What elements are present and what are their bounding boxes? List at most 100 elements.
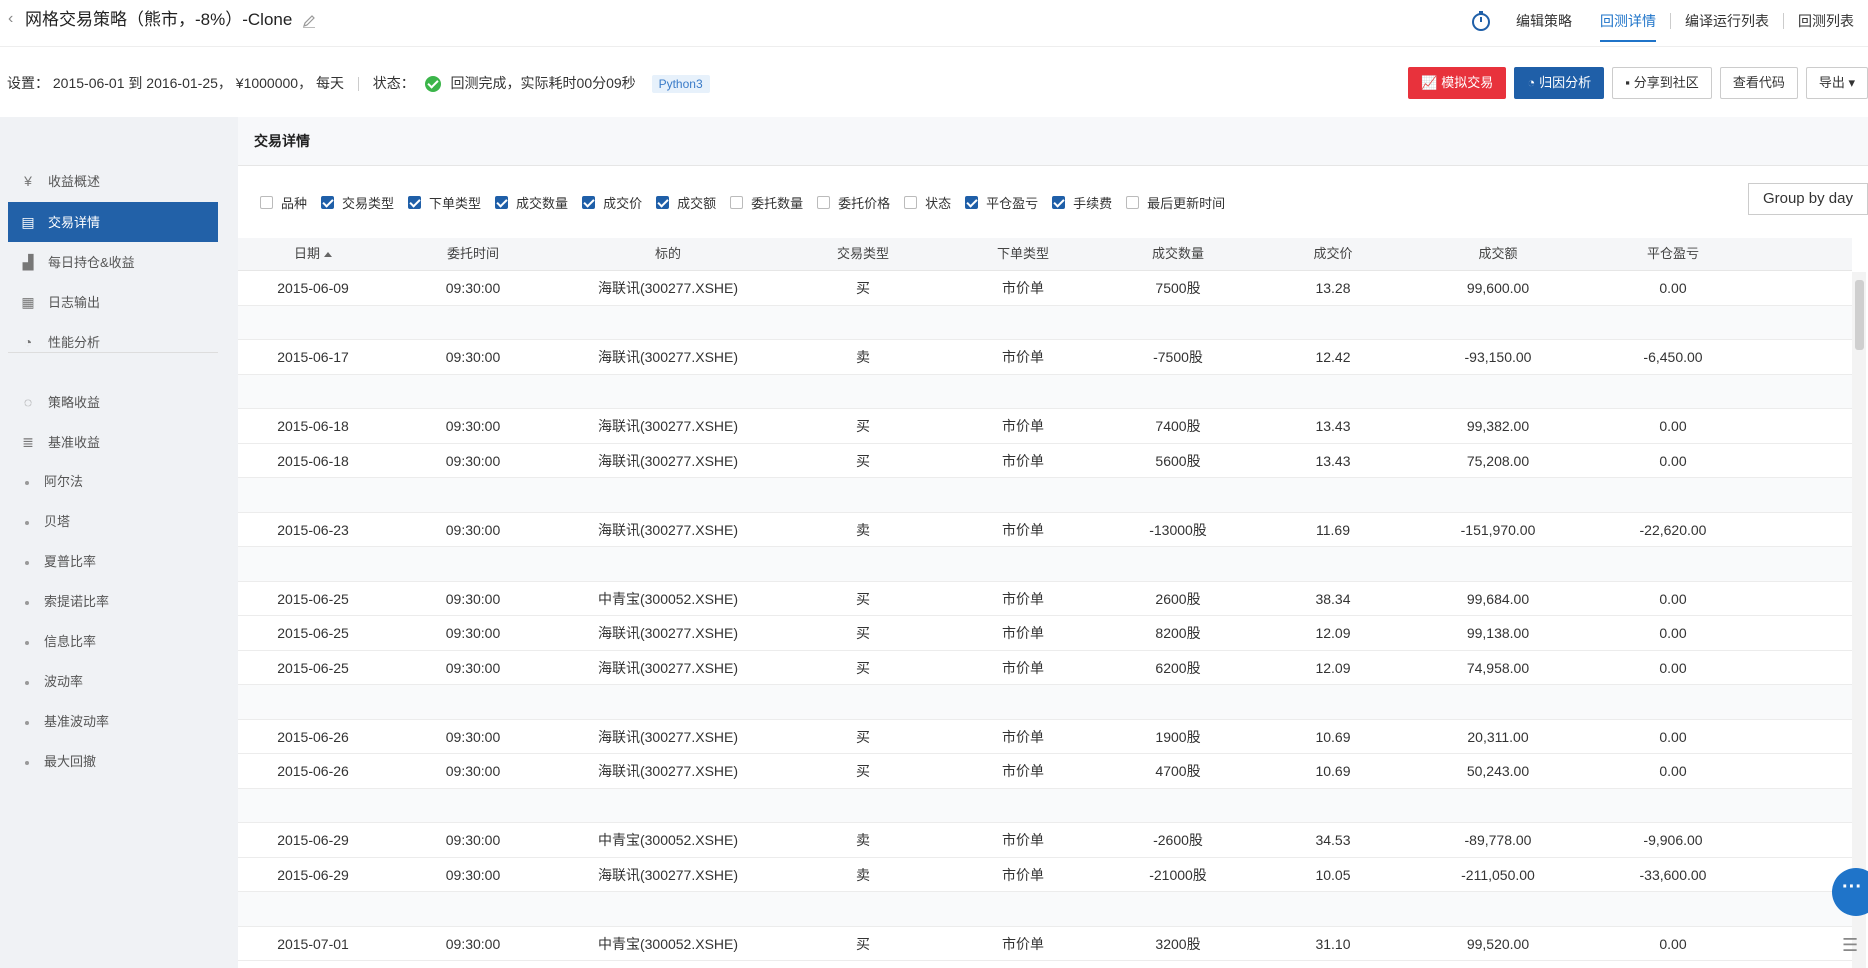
checkbox-empty-icon[interactable] (904, 196, 918, 209)
table-cell: 海联讯(300277.XSHE) (597, 418, 739, 434)
chevron-left-icon[interactable]: ‹ (8, 9, 18, 29)
table-cell: 09:30:00 (445, 418, 501, 434)
sidebar-sub-alpha[interactable]: 阿尔法 (25, 462, 83, 502)
vertical-scrollbar[interactable] (1852, 272, 1866, 968)
view-code-button[interactable]: 查看代码 (1719, 67, 1798, 99)
table-cell: -6,450.00 (1643, 349, 1703, 365)
nav-backtest-detail[interactable]: 回测详情 (1586, 0, 1670, 42)
table-cell: 12.09 (1315, 625, 1351, 641)
sidebar-sub-max-drawdown[interactable]: 最大回撤 (25, 742, 96, 782)
table-row: 2015-06-18 09:30:00 海联讯(300277.XSHE) 买 市价单 56… (238, 444, 1852, 478)
table-cell: 2015-06-25 (277, 590, 349, 607)
table-cell: 市价单 (1002, 418, 1044, 434)
group-by-day-button[interactable]: Group by day (1747, 183, 1868, 215)
pie-icon: ◔ (23, 334, 33, 350)
sidebar-item-label: 策略收益 (48, 395, 101, 410)
settings-summary: 设置： 2015-06-01 到 2016-01-25， ¥1000000， 每… (7, 73, 710, 93)
filter-checkbox[interactable]: 下单类型 (408, 193, 481, 212)
table-cell: 中青宝(300052.XSHE) (597, 590, 739, 607)
share-community-button[interactable]: ▪ 分享到社区 (1612, 67, 1712, 99)
filter-checkbox[interactable]: 平仓盈亏 (965, 193, 1038, 212)
table-cell: 2015-07-01 (277, 935, 349, 952)
panel-header: 交易详情 (238, 117, 1868, 166)
table-cell: 卖 (856, 349, 870, 365)
checkbox-checked-icon[interactable] (1052, 196, 1066, 209)
checkbox-checked-icon[interactable] (408, 196, 422, 209)
action-buttons: 📈 模拟交易 ◔ 归因分析 ▪ 分享到社区 查看代码 导出 ▾ (1408, 67, 1868, 99)
filter-checkbox[interactable]: 交易类型 (321, 193, 394, 212)
table-cell: 2015-06-25 (277, 625, 349, 641)
filter-checkbox[interactable]: 手续费 (1052, 193, 1112, 212)
sidebar-item-log-output[interactable]: ▦ 日志输出 (8, 282, 218, 322)
filter-label: 交易类型 (342, 196, 395, 211)
table-cell: 09:30:00 (445, 659, 501, 676)
group-separator-row (238, 478, 1852, 513)
simulate-trade-button[interactable]: 📈 模拟交易 (1408, 67, 1507, 99)
table-cell: 10.05 (1315, 866, 1351, 883)
sidebar-sub-information-ratio[interactable]: 信息比率 (25, 622, 96, 662)
sidebar-sub-beta[interactable]: 贝塔 (25, 502, 70, 542)
checkbox-checked-icon[interactable] (321, 196, 335, 209)
filter-checkbox[interactable]: 状态 (904, 193, 951, 212)
export-dropdown[interactable]: 导出 ▾ (1805, 67, 1868, 99)
sidebar-item-strategy-returns[interactable]: ◌ 策略收益 (8, 382, 218, 422)
comment-icon: ▪ (1625, 75, 1630, 90)
table-cell: 海联讯(300277.XSHE) (597, 763, 739, 779)
column-header-label: 平仓盈亏 (1646, 246, 1699, 261)
sidebar-item-daily-positions[interactable]: ▟ 每日持仓&收益 (8, 242, 218, 282)
list-icon[interactable]: ☰ (1842, 935, 1862, 957)
attribution-analysis-button[interactable]: ◔ 归因分析 (1514, 67, 1605, 99)
table-cell: 10.69 (1315, 763, 1351, 779)
nav-edit-strategy[interactable]: 编辑策略 (1502, 0, 1586, 42)
table-cell: -33,600.00 (1639, 866, 1707, 883)
filter-checkbox[interactable]: 成交数量 (495, 193, 568, 212)
sidebar-item-label: 交易详情 (48, 215, 101, 230)
sidebar-item-trade-detail[interactable]: ▤ 交易详情 (8, 202, 218, 242)
checkbox-empty-icon[interactable] (817, 196, 831, 209)
table-cell: 市价单 (1002, 935, 1044, 952)
pie-chart-icon: ◔ (1527, 75, 1536, 90)
table-cell: 8200股 (1155, 625, 1201, 641)
nav-compile-run-list[interactable]: 编译运行列表 (1671, 0, 1783, 42)
table-cell: 4700股 (1155, 763, 1201, 779)
sidebar-item-benchmark-returns[interactable]: ≣ 基准收益 (8, 422, 218, 462)
sidebar-item-performance[interactable]: ◔ 性能分析 (8, 322, 218, 362)
column-header[interactable]: 日期 (238, 238, 388, 270)
checkbox-empty-icon[interactable] (1126, 196, 1140, 209)
sort-icon[interactable] (324, 252, 332, 258)
filter-checkbox[interactable]: 委托数量 (730, 193, 803, 212)
column-header-label: 成交额 (1478, 246, 1518, 261)
checkbox-checked-icon[interactable] (495, 196, 509, 209)
sidebar-sub-sortino[interactable]: 索提诺比率 (25, 582, 109, 622)
sidebar-sub-volatility[interactable]: 波动率 (25, 662, 83, 702)
table-cell: 海联讯(300277.XSHE) (597, 280, 739, 296)
table-row: 2015-06-25 09:30:00 中青宝(300052.XSHE) 买 市价单 26… (238, 582, 1852, 616)
filter-checkbox[interactable]: 最后更新时间 (1126, 193, 1225, 212)
checkbox-checked-icon[interactable] (656, 196, 670, 209)
table-cell: 买 (856, 935, 870, 952)
nav-backtest-list[interactable]: 回测列表 (1784, 0, 1868, 42)
table-cell: -7500股 (1153, 349, 1203, 365)
table-cell: 09:30:00 (445, 452, 501, 469)
table-cell: 0.00 (1659, 452, 1687, 469)
checkbox-checked-icon[interactable] (965, 196, 979, 209)
group-separator-row (238, 547, 1852, 582)
table-cell: 38.34 (1315, 590, 1351, 607)
column-header-label: 标的 (654, 246, 681, 261)
filter-checkbox[interactable]: 品种 (260, 193, 307, 212)
pencil-icon[interactable] (301, 13, 317, 29)
sidebar-sub-sharpe[interactable]: 夏普比率 (25, 542, 96, 582)
sidebar-item-returns-overview[interactable]: ¥ 收益概述 (8, 161, 218, 201)
filter-checkbox[interactable]: 成交价 (582, 193, 642, 212)
filter-label: 平仓盈亏 (986, 196, 1039, 211)
checkbox-empty-icon[interactable] (260, 196, 273, 209)
filter-checkbox[interactable]: 委托价格 (817, 193, 890, 212)
scroll-thumb[interactable] (1855, 280, 1864, 350)
column-header-label: 成交数量 (1151, 246, 1204, 261)
checkbox-checked-icon[interactable] (582, 196, 596, 209)
sidebar-sub-benchmark-volatility[interactable]: 基准波动率 (25, 702, 109, 742)
column-header: 交易类型 (778, 238, 948, 270)
filter-checkbox[interactable]: 成交额 (656, 193, 716, 212)
table-cell: 50,243.00 (1466, 763, 1530, 779)
checkbox-empty-icon[interactable] (730, 196, 744, 209)
